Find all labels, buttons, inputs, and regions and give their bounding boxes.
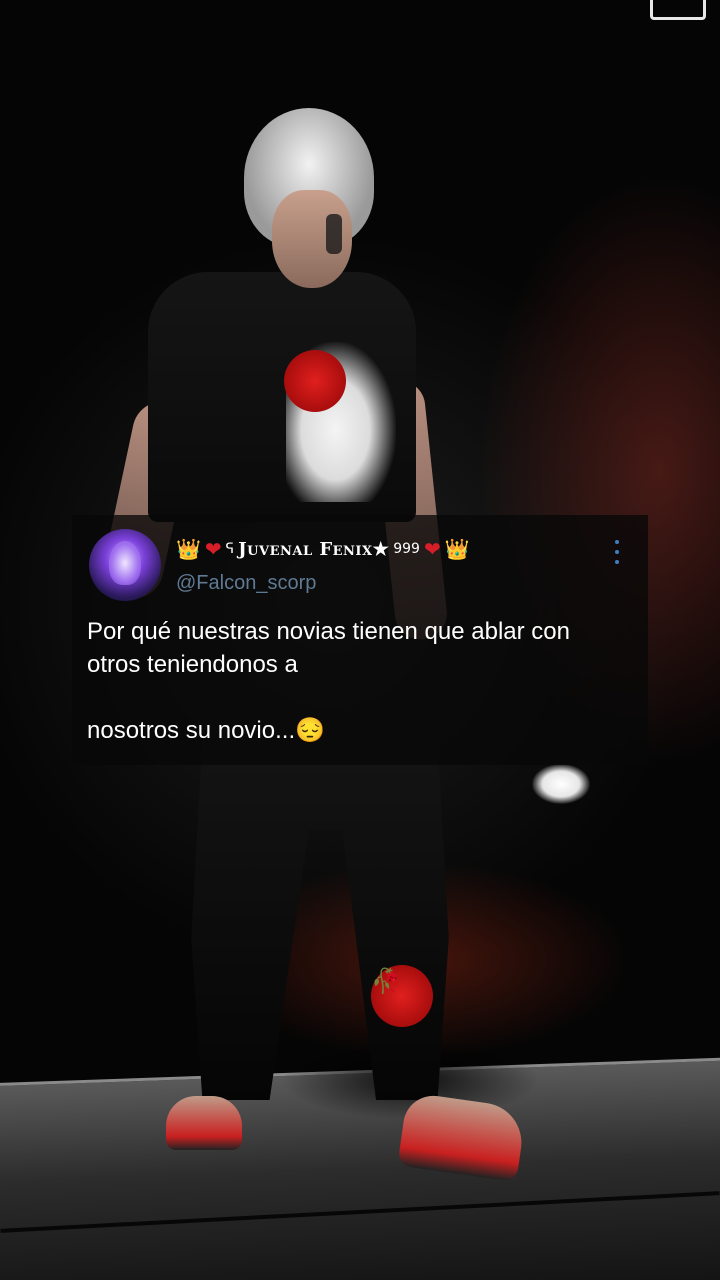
crown-icon: 👑 — [176, 537, 201, 561]
video-frame: 👑 ❤ ᕋ Juvenal Fenix★ 999 ❤ 👑 @Falcon_sco… — [0, 0, 720, 1280]
crown-icon: 👑 — [444, 537, 470, 561]
character-foot-left — [166, 1096, 242, 1150]
more-options-icon[interactable] — [611, 540, 623, 564]
pensive-face-icon: 😔 — [295, 717, 326, 744]
tweet-card: 👑 ❤ ᕋ Juvenal Fenix★ 999 ❤ 👑 @Falcon_sco… — [72, 515, 648, 1027]
menu-dot — [615, 560, 619, 564]
menu-dot — [615, 550, 619, 554]
avatar-icon[interactable] — [89, 529, 161, 601]
author-handle[interactable]: @Falcon_scorp — [176, 572, 316, 595]
superscript-number: 999 — [393, 541, 420, 557]
heart-icon: ❤ — [423, 537, 441, 561]
wilted-rose-icon: 🥀 — [371, 965, 433, 1027]
menu-dot — [615, 540, 619, 544]
avatar-glow — [109, 541, 141, 585]
character-eye-mark — [326, 214, 342, 254]
heart-icon: ❤ — [204, 537, 222, 561]
author-display-name: Juvenal Fenix★ — [238, 538, 390, 560]
author-name-row[interactable]: 👑 ❤ ᕋ Juvenal Fenix★ 999 ❤ 👑 — [176, 535, 470, 563]
tweet-text: Por qué nuestras novias tienen que ablar… — [87, 618, 570, 744]
deco-glyph: ᕋ — [225, 541, 235, 557]
shirt-rose-graphic — [284, 350, 346, 412]
tweet-body: Por qué nuestras novias tienen que ablar… — [87, 615, 627, 1027]
